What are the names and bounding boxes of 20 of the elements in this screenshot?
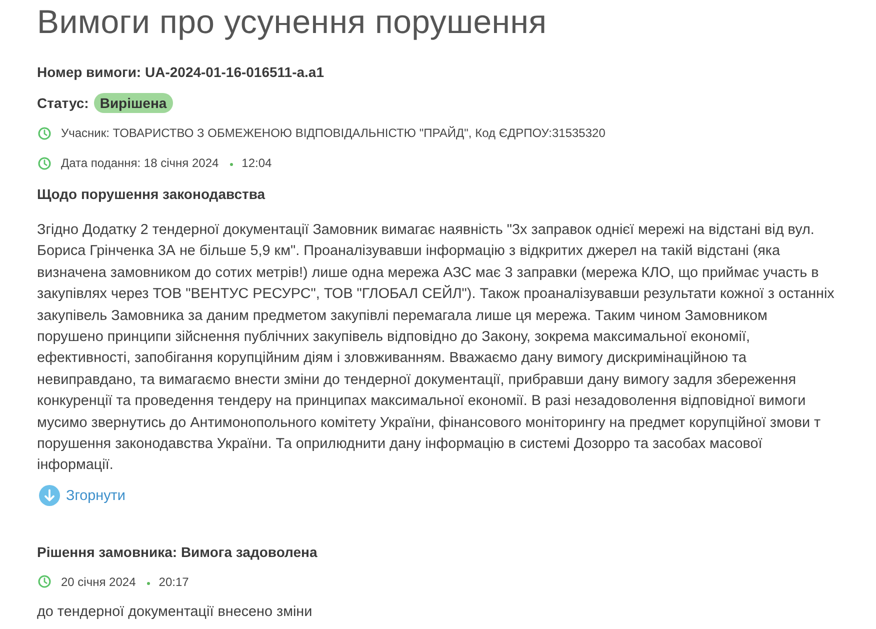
arrow-down-circle-icon [39, 485, 60, 506]
clock-icon [38, 156, 51, 170]
resolution-time: 20:17 [158, 574, 189, 591]
clock-icon [38, 575, 51, 588]
complaint-description: Згідно Додатку 2 тендерної документації Замовник вимагає наявність "3х заправок однієї мережі на відстані від вул. Бориса Грінченка 3А не більше 5,9 км". Проаналізувавши інформацію з відкритих джерел на такій відстані (яка визначена замовником до сотих метрів!) лише одна мережа АЗС має 3 заправки (мережа КЛО, що приймає участь в закупівлях через ТОВ "ВЕНТУС РЕСУРС", ТОВ "ГЛОБАЛ СЕЙЛ"). Також проаналізувавши результати кожної з останніх закупівель Замовника за даним предметом закупівлі перемагала лише ця мережа. Таким чином Замовником порушено принципи зійснення публічних закупівель відповідно до Закону, зокрема максимальної економії, ефективності, запобігання корупційним діям і зловживанням. Вважаємо дану вимогу дискримінаційною та невиправдано, та вимагаємо внести зміни до тендерної документації, прибравши дану вимогу задля збереження конкуренції та проведення тендеру на принципах максимальної економії. В разі незадоволення відповідної вимоги мусимо звернутись до Антимонопольного комітету України, фінансового моніторингу на предмет корупційної змови т порушення законодавства України. Та оприлюднити дану інформацію в системі Дозорро та засобах масової інформації. [37, 221, 836, 476]
complaint-number: Номер вимоги: UA-2024-01-16-016511-a.a1 [37, 63, 324, 82]
dot-separator-icon [146, 582, 150, 585]
submission-date: Дата подання: 18 січня 2024 [61, 155, 219, 172]
participant-text: Учасник: ТОВАРИСТВО З ОБМЕЖЕНОЮ ВІДПОВІДАЛЬНІСТЮ "ПРАЙД", Код ЄДРПОУ:31535320 [61, 125, 606, 142]
resolution-date: 20 січня 2024 [61, 574, 136, 591]
status-badge: Вирішена [94, 93, 173, 113]
resolution-heading: Рішення замовника: Вимога задоволена [37, 542, 318, 562]
page-title: Вимоги про усунення порушення [37, 2, 547, 42]
submission-time: 12:04 [242, 155, 272, 172]
complaint-subject: Щодо порушення законодавства [37, 185, 266, 204]
collapse-link[interactable]: Згорнути [37, 484, 126, 507]
dot-separator-icon [230, 163, 233, 166]
resolution-text: до тендерної документації внесено зміни [37, 602, 312, 622]
clock-icon [38, 126, 51, 140]
status-label: Статус: [37, 95, 89, 111]
